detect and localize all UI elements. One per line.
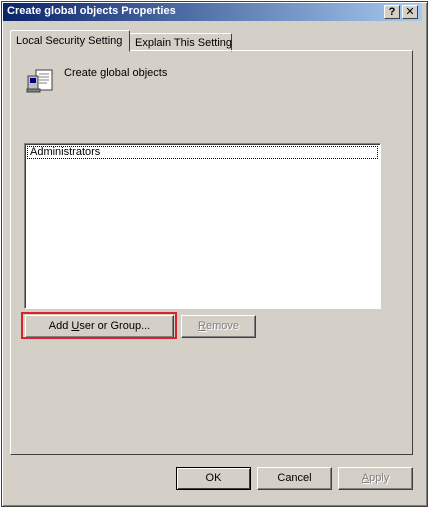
apply-button[interactable]: Apply	[338, 467, 413, 490]
ok-button[interactable]: OK	[176, 467, 251, 490]
title-bar[interactable]: Create global objects Properties ? ✕	[3, 3, 422, 21]
button-label: Apply	[361, 472, 390, 484]
tab-label: Explain This Setting	[135, 37, 233, 49]
tab-panel	[10, 50, 413, 455]
help-button[interactable]: ?	[384, 5, 400, 19]
cancel-button[interactable]: Cancel	[257, 467, 332, 490]
close-button[interactable]: ✕	[402, 5, 418, 19]
window-title: Create global objects Properties	[7, 5, 176, 17]
tab-local-security-setting[interactable]: Local Security Setting	[10, 30, 130, 52]
tab-label: Local Security Setting	[16, 35, 123, 47]
highlight-box	[21, 312, 177, 339]
